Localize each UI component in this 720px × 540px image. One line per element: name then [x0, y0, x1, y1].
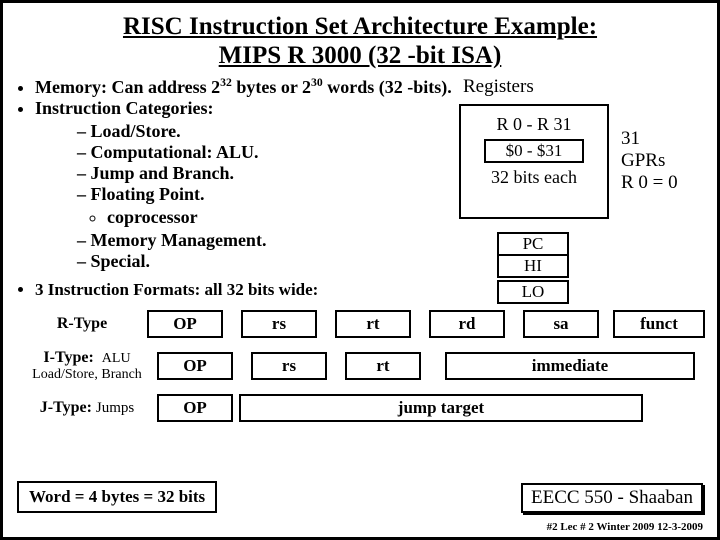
registers-label: Registers	[463, 76, 534, 98]
formats-heading: 3 Instruction Formats: all 32 bits wide:	[35, 280, 703, 300]
r-rs: rs	[241, 310, 317, 338]
r-type-row: R-Type OP rs rt rd sa funct	[17, 308, 703, 340]
formats-table: R-Type OP rs rt rd sa funct I-Type: ALU …	[17, 308, 703, 424]
dollar-range: $0 - $31	[484, 139, 585, 163]
j-type-name2: Jumps	[96, 400, 134, 416]
lecture-meta: #2 Lec # 2 Winter 2009 12-3-2009	[547, 521, 703, 533]
j-type-row: J-Type: Jumps OP jump target	[17, 392, 703, 424]
footer: Word = 4 bytes = 32 bits EECC 550 - Shaa…	[17, 481, 703, 513]
r-rt: rt	[335, 310, 411, 338]
i-rt: rt	[345, 352, 421, 380]
reg-range: R 0 - R 31	[496, 114, 571, 135]
left-column: Memory: Can address 232 bytes or 230 wor…	[17, 74, 453, 274]
i-type-name3: Load/Store, Branch	[32, 367, 142, 382]
gpr-r0: R 0 = 0	[621, 172, 678, 193]
word-note: Word = 4 bytes = 32 bits	[17, 481, 217, 513]
i-rs: rs	[251, 352, 327, 380]
memory-text-c: words (32 -bits).	[323, 77, 452, 97]
slide: RISC Instruction Set Architecture Exampl…	[0, 0, 720, 540]
sub-mm: Memory Management.	[77, 230, 453, 251]
memory-text-a: Memory: Can address 2	[35, 77, 220, 97]
bullet-instr-cat: Instruction Categories:	[35, 98, 453, 119]
i-op: OP	[157, 352, 233, 380]
r-type-label: R-Type	[17, 316, 147, 332]
sub-alu: Computational: ALU.	[77, 142, 453, 163]
sub-fp: Floating Point. coprocessor	[77, 184, 453, 228]
register-box: R 0 - R 31 $0 - $31 32 bits each	[459, 104, 609, 219]
i-type-label: I-Type: ALU Load/Store, Branch	[17, 350, 157, 382]
sub-fp-label: Floating Point.	[91, 184, 205, 204]
j-target: jump target	[239, 394, 643, 422]
j-type-label: J-Type: Jumps	[17, 400, 157, 416]
exp-30: 30	[311, 76, 323, 89]
gpr-label: GPRs	[621, 150, 665, 171]
main-columns: Memory: Can address 232 bytes or 230 wor…	[17, 74, 703, 274]
memory-text-b: bytes or 2	[232, 77, 311, 97]
sub-special: Special.	[77, 251, 453, 272]
sub-loadstore: Load/Store.	[77, 121, 453, 142]
r-rd: rd	[429, 310, 505, 338]
course-box: EECC 550 - Shaaban	[521, 483, 703, 513]
gpr-31: 31	[621, 128, 640, 149]
right-column: Registers R 0 - R 31 $0 - $31 32 bits ea…	[453, 74, 703, 274]
sub-coproc: coprocessor	[107, 207, 453, 228]
bullet-memory: Memory: Can address 232 bytes or 230 wor…	[35, 76, 453, 98]
pc-box: PC	[497, 232, 569, 256]
reg-each: 32 bits each	[491, 167, 577, 188]
lo-box: LO	[497, 280, 569, 304]
sub-jump: Jump and Branch.	[77, 163, 453, 184]
j-type-name1: J-Type:	[40, 399, 92, 416]
r-sa: sa	[523, 310, 599, 338]
i-immediate: immediate	[445, 352, 695, 380]
r-funct: funct	[613, 310, 705, 338]
i-type-name2: ALU	[102, 351, 131, 366]
hi-box: HI	[497, 254, 569, 278]
r-op: OP	[147, 310, 223, 338]
subtitle: MIPS R 3000 (32 -bit ISA)	[17, 42, 703, 70]
gpr-note: 31 GPRs R 0 = 0	[621, 128, 678, 194]
i-type-row: I-Type: ALU Load/Store, Branch OP rs rt …	[17, 350, 703, 382]
j-op: OP	[157, 394, 233, 422]
title: RISC Instruction Set Architecture Exampl…	[17, 11, 703, 42]
exp-32: 32	[220, 76, 232, 89]
i-type-name1: I-Type:	[43, 349, 93, 366]
